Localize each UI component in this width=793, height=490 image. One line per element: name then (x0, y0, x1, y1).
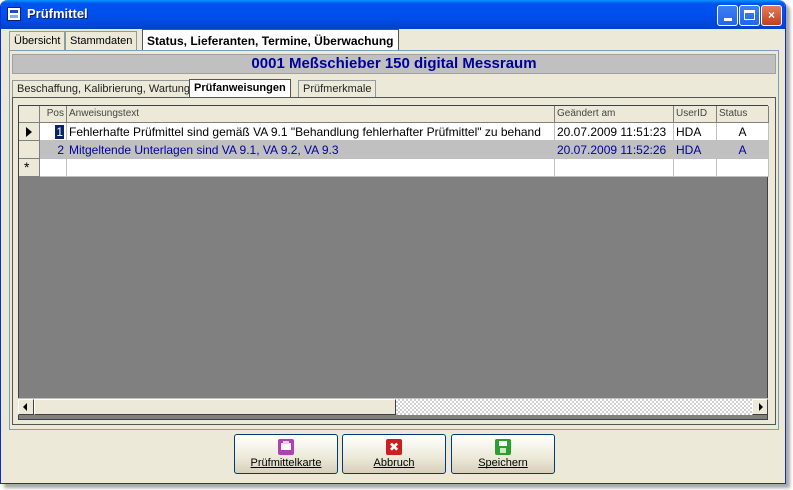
cell-status[interactable]: A (717, 123, 769, 141)
instructions-datasheet[interactable]: Pos Anweisungstext Geändert am UserID St… (18, 105, 769, 420)
new-record-icon: * (24, 159, 30, 175)
minimize-icon (723, 18, 732, 21)
new-cell-geaendert[interactable] (555, 159, 674, 177)
cell-geaendert[interactable]: 20.07.2009 11:51:23 (555, 123, 674, 141)
row-selector[interactable] (19, 141, 40, 159)
horizontal-scrollbar[interactable] (18, 398, 768, 415)
cell-status[interactable]: A (717, 141, 769, 159)
cell-pos[interactable]: 2 (40, 141, 67, 159)
scroll-right-button[interactable] (752, 399, 768, 415)
new-row-selector[interactable]: * (19, 159, 40, 177)
cell-anweisungstext[interactable]: Mitgeltende Unterlagen sind VA 9.1, VA 9… (67, 141, 555, 159)
column-header-pos[interactable]: Pos (40, 106, 67, 123)
new-cell-pos[interactable] (40, 159, 67, 177)
tab-beschaffung[interactable]: Beschaffung, Kalibrierung, Wartung (12, 80, 196, 98)
tab-status-lieferanten[interactable]: Status, Lieferanten, Termine, Überwachun… (142, 29, 399, 52)
cancel-x-icon: ✖ (386, 439, 402, 455)
row-selector[interactable] (19, 123, 40, 141)
select-all-corner[interactable] (19, 106, 40, 123)
tab-stammdaten[interactable]: Stammdaten (65, 31, 138, 51)
title-bar[interactable]: Prüfmittel × (1, 0, 785, 29)
new-cell-status[interactable] (717, 159, 769, 177)
maximize-button[interactable] (739, 5, 760, 26)
sub-tab-page: Pos Anweisungstext Geändert am UserID St… (12, 97, 776, 425)
main-window: Prüfmittel × Übersicht Stammdaten Status… (0, 0, 786, 484)
close-button[interactable]: × (761, 5, 782, 26)
abbruch-button[interactable]: ✖ Abbruch (342, 434, 446, 474)
scroll-thumb[interactable] (34, 399, 396, 415)
app-icon (7, 7, 21, 21)
minimize-button[interactable] (717, 5, 738, 26)
column-header-anweisungstext[interactable]: Anweisungstext (67, 106, 555, 123)
column-header-status[interactable]: Status (717, 106, 769, 123)
scroll-track[interactable] (396, 399, 752, 415)
cell-pos[interactable]: 1 (40, 123, 67, 141)
new-cell-userid[interactable] (674, 159, 717, 177)
printer-icon (278, 439, 294, 455)
cell-geaendert[interactable]: 20.07.2009 11:52:26 (555, 141, 674, 159)
cell-anweisungstext[interactable]: Fehlerhafte Prüfmittel sind gemäß VA 9.1… (67, 123, 555, 141)
cell-userid[interactable]: HDA (674, 123, 717, 141)
pruefmittelkarte-button[interactable]: Prüfmittelkarte (234, 434, 338, 474)
column-header-userid[interactable]: UserID (674, 106, 717, 123)
column-header-geaendert[interactable]: Geändert am (555, 106, 674, 123)
close-icon: × (767, 8, 775, 22)
maximize-icon (744, 10, 755, 20)
speichern-button[interactable]: Speichern (451, 434, 555, 474)
tab-pruefanweisungen[interactable]: Prüfanweisungen (189, 79, 291, 99)
window-title: Prüfmittel (27, 6, 88, 21)
current-record-icon (26, 127, 32, 137)
cell-userid[interactable]: HDA (674, 141, 717, 159)
new-cell-anweisungstext[interactable] (67, 159, 555, 177)
record-header: 0001 Meßschieber 150 digital Messraum (12, 54, 776, 74)
main-tab-page: 0001 Meßschieber 150 digital Messraum Be… (9, 50, 779, 430)
save-disk-icon (495, 439, 511, 455)
tab-uebersicht[interactable]: Übersicht (9, 31, 66, 51)
scroll-left-button[interactable] (18, 399, 34, 415)
tab-pruefmerkmale[interactable]: Prüfmerkmale (298, 80, 377, 98)
